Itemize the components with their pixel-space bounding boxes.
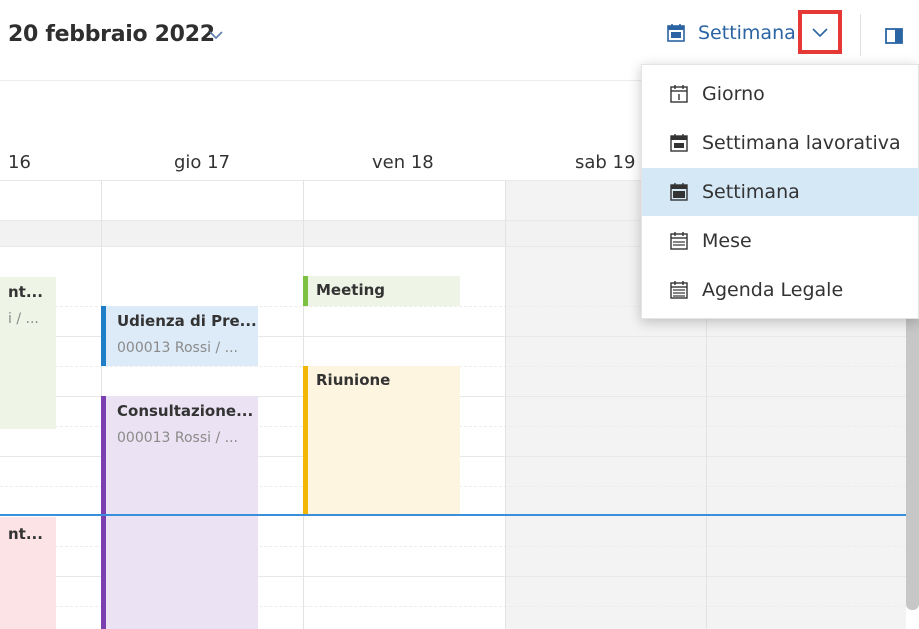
day-header-sat[interactable]: sab 19 <box>575 152 635 173</box>
calendar-agenda-icon <box>669 280 689 300</box>
calendar-week-icon[interactable] <box>666 23 686 43</box>
event-subtitle: 000013 Rossi / ... <box>117 340 239 356</box>
vertical-scrollbar[interactable] <box>906 300 919 610</box>
event-title: nt... <box>8 525 43 543</box>
day-header-wed[interactable]: 16 <box>8 152 31 173</box>
event-meeting[interactable]: Meeting <box>303 276 460 306</box>
event-color-bar <box>303 366 308 516</box>
event-subtitle: 000013 Rossi / ... <box>117 430 239 446</box>
current-time-line <box>0 514 906 516</box>
side-panel-icon[interactable] <box>884 27 904 45</box>
event-color-bar <box>303 276 308 306</box>
day-header-fri[interactable]: ven 18 <box>372 152 434 173</box>
menu-item-settimana[interactable]: Settimana <box>642 168 919 216</box>
event-consultazione[interactable]: Consultazione... 000013 Rossi / ... <box>101 396 258 629</box>
chevron-down-icon[interactable] <box>205 24 227 46</box>
header-divider <box>860 14 861 56</box>
event-title: Consultazione... <box>117 402 254 420</box>
view-dropdown-menu: Giorno Settimana lavorativa Settimana Me… <box>641 64 919 319</box>
view-selector-label[interactable]: Settimana <box>698 22 796 44</box>
event-color-bar <box>101 306 106 366</box>
menu-item-label: Settimana <box>702 181 800 203</box>
event-title: Udienza di Pre... <box>117 312 257 330</box>
event-udienza[interactable]: Udienza di Pre... 000013 Rossi / ... <box>101 306 258 366</box>
menu-item-label: Settimana lavorativa <box>702 132 901 154</box>
event-wed-top[interactable]: nt... i / ... <box>0 277 56 429</box>
calendar-week-icon <box>669 182 689 202</box>
event-title: nt... <box>8 283 43 301</box>
chevron-down-icon <box>812 28 828 38</box>
event-riunione[interactable]: Riunione <box>303 366 460 516</box>
event-subtitle: i / ... <box>8 311 39 327</box>
menu-item-agenda-legale[interactable]: Agenda Legale <box>642 266 919 314</box>
event-wed-bottom[interactable]: nt... <box>0 517 56 629</box>
menu-item-label: Mese <box>702 230 752 252</box>
day-header-thu[interactable]: gio 17 <box>174 152 230 173</box>
menu-item-settimana-lavorativa[interactable]: Settimana lavorativa <box>642 119 919 167</box>
view-dropdown-button[interactable] <box>798 10 842 54</box>
column-divider <box>505 180 506 629</box>
event-title: Meeting <box>316 281 386 299</box>
event-title: Riunione <box>316 371 391 389</box>
menu-item-giorno[interactable]: Giorno <box>642 70 919 118</box>
date-range-title[interactable]: 20 febbraio 2022 <box>8 22 215 47</box>
menu-item-mese[interactable]: Mese <box>642 217 919 265</box>
calendar-day-icon <box>669 84 689 104</box>
event-color-bar <box>101 396 106 629</box>
menu-item-label: Giorno <box>702 83 765 105</box>
calendar-month-icon <box>669 231 689 251</box>
calendar-workweek-icon <box>669 133 689 153</box>
menu-item-label: Agenda Legale <box>702 279 844 301</box>
